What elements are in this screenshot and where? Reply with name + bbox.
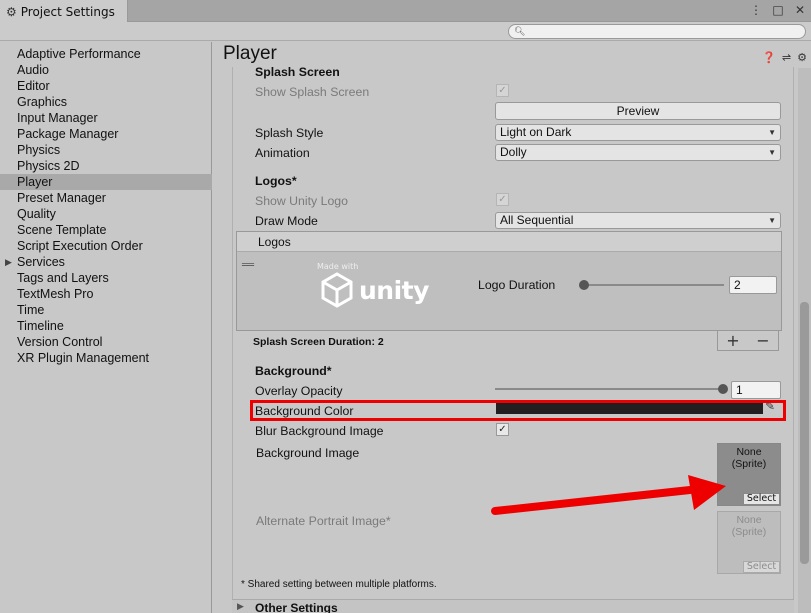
- annotation-arrow: [491, 475, 726, 515]
